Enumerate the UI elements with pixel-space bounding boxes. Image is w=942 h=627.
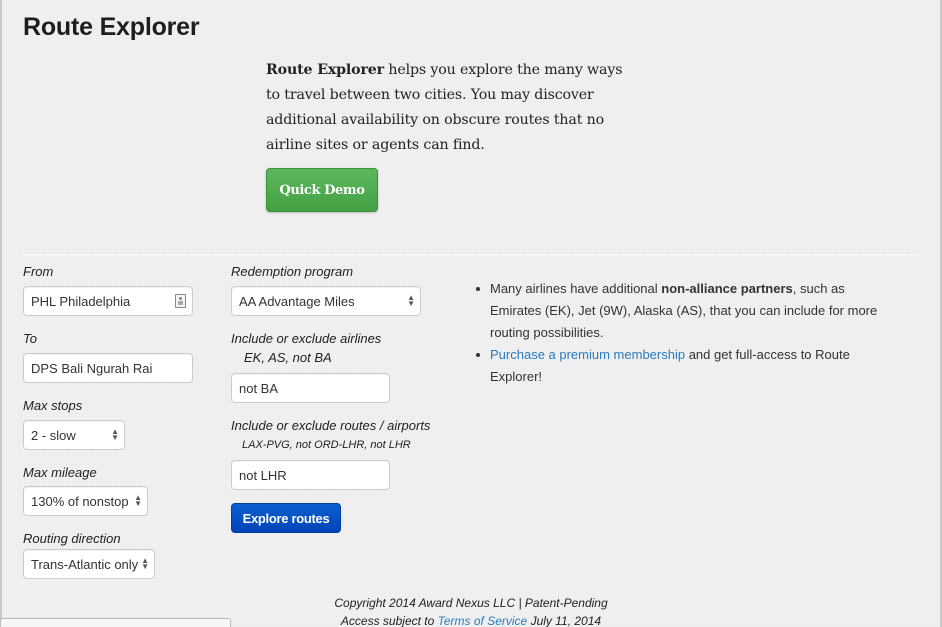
from-input[interactable]: PHL Philadelphia	[23, 286, 193, 316]
page-title: Route Explorer	[23, 13, 200, 41]
routing-direction-label: Routing direction	[23, 531, 121, 546]
intro-bold: Route Explorer	[266, 62, 385, 78]
terms-of-service-link[interactable]: Terms of Service	[438, 614, 528, 627]
max-stops-value: 2 - slow	[31, 427, 76, 443]
select-arrows-icon: ▲ ▼	[141, 556, 149, 571]
to-input[interactable]: DPS Bali Ngurah Rai	[23, 353, 193, 383]
max-stops-select[interactable]: 2 - slow ▲ ▼	[23, 420, 125, 450]
airlines-input[interactable]: not BA	[231, 373, 390, 403]
select-arrows-icon: ▲ ▼	[134, 493, 142, 508]
airlines-hint: EK, AS, not BA	[244, 350, 332, 365]
routes-hint: LAX-PVG, not ORD-LHR, not LHR	[242, 439, 411, 451]
redemption-program-select[interactable]: AA Advantage Miles ▲ ▼	[231, 286, 421, 316]
intro-text: Route Explorer helps you explore the man…	[266, 58, 626, 158]
premium-membership-link[interactable]: Purchase a premium membership	[490, 347, 685, 362]
to-label: To	[23, 331, 37, 346]
max-mileage-value: 130% of nonstop	[31, 493, 129, 509]
from-label: From	[23, 264, 54, 279]
contact-card-icon[interactable]	[175, 294, 186, 308]
info-bold: non-alliance partners	[661, 281, 793, 296]
info-list: Many airlines have additional non-allian…	[472, 278, 892, 388]
quick-demo-button[interactable]: Quick Demo	[266, 168, 378, 212]
routes-input[interactable]: not LHR	[231, 460, 390, 490]
select-arrows-icon: ▲ ▼	[407, 293, 415, 308]
redemption-program-value: AA Advantage Miles	[239, 293, 355, 309]
airlines-value: not BA	[239, 380, 279, 396]
to-value: DPS Bali Ngurah Rai	[31, 360, 153, 376]
info-item-partners: Many airlines have additional non-allian…	[472, 278, 892, 344]
section-divider	[22, 254, 918, 255]
info-item-membership: Purchase a premium membership and get fu…	[472, 344, 892, 388]
footer-date: July 11, 2014	[527, 614, 602, 627]
redemption-program-label: Redemption program	[231, 264, 354, 279]
explore-routes-button[interactable]: Explore routes	[231, 503, 341, 533]
routes-label: Include or exclude routes / airports	[231, 418, 431, 433]
from-value: PHL Philadelphia	[31, 293, 131, 309]
select-arrows-icon: ▲ ▼	[111, 427, 119, 442]
max-mileage-select[interactable]: 130% of nonstop ▲ ▼	[23, 486, 148, 516]
window-left-edge	[0, 0, 2, 627]
footer-text: Access subject to	[340, 614, 438, 627]
max-stops-label: Max stops	[23, 398, 83, 413]
bottom-panel-edge	[0, 618, 231, 627]
info-text: Many airlines have additional	[490, 281, 662, 296]
routing-direction-select[interactable]: Trans-Atlantic only ▲ ▼	[23, 549, 155, 579]
routing-direction-value: Trans-Atlantic only	[31, 556, 139, 572]
routes-value: not LHR	[239, 467, 287, 483]
max-mileage-label: Max mileage	[23, 465, 97, 480]
footer-copyright: Copyright 2014 Award Nexus LLC | Patent-…	[334, 596, 608, 610]
airlines-label: Include or exclude airlines	[231, 331, 382, 346]
